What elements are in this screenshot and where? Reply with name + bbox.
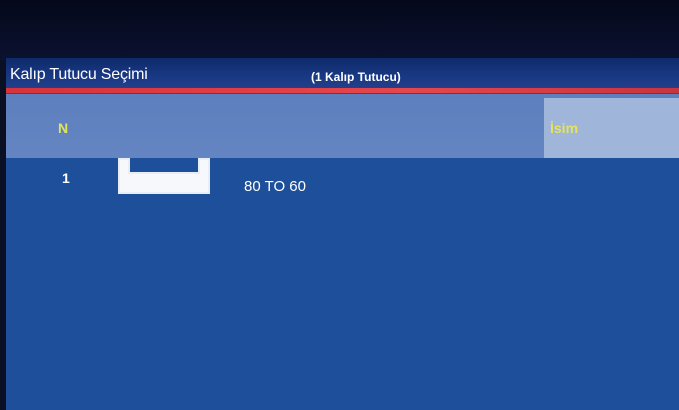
row-number: 1 [62, 170, 70, 186]
hmi-screen: Kalıp Tutucu Seçimi (1 Kalıp Tutucu) N İ… [6, 58, 679, 410]
title-bar: Kalıp Tutucu Seçimi (1 Kalıp Tutucu) [6, 58, 679, 92]
title-underline [6, 88, 679, 93]
page-title: Kalıp Tutucu Seçimi [10, 66, 148, 83]
monitor-bezel [0, 0, 679, 60]
die-holder-icon [118, 158, 210, 197]
column-header-n: N [58, 120, 69, 136]
holder-count: (1 Kalıp Tutucu) [311, 70, 401, 84]
table-row[interactable]: 1 80 TO 60 [6, 158, 679, 210]
column-header-name: İsim [550, 120, 579, 136]
row-name: 80 TO 60 [244, 178, 306, 195]
